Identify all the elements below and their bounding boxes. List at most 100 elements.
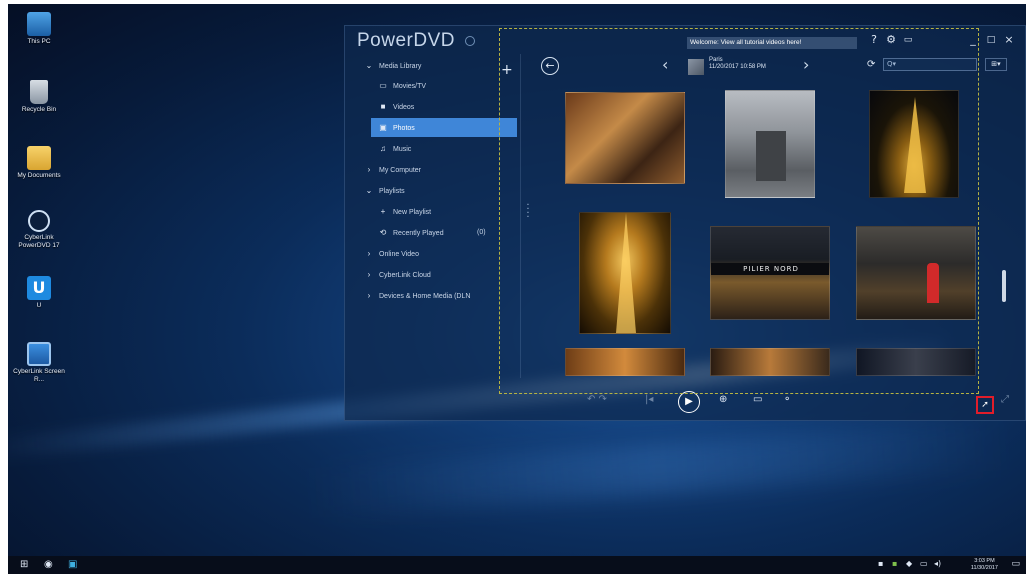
sidebar-item-new-playlist[interactable]: + New Playlist [377, 202, 513, 221]
recording-region-guide [499, 28, 979, 394]
help-button[interactable]: ? [868, 33, 880, 46]
rotate-icon[interactable]: ↶ ↷ [587, 394, 607, 405]
metro-sign: PILIER NORD [711, 263, 829, 275]
fullscreen-icon[interactable]: ⤢ [1001, 394, 1009, 405]
chevron-right-icon: › [367, 165, 371, 174]
sidebar-item-media-library[interactable]: ⌄ Media Library [363, 56, 513, 75]
recycle-bin-icon [30, 80, 48, 104]
desktop-icon-screen-recorder[interactable]: CyberLink Screen R... [12, 342, 66, 384]
computer-icon [27, 12, 51, 36]
video-icon: ■ [380, 102, 386, 111]
eiffel-tower-shape [616, 213, 636, 333]
back-button[interactable]: ← [541, 57, 559, 75]
start-button[interactable]: ⊞ [20, 559, 28, 570]
u-app-icon: U [27, 276, 51, 300]
maximize-button[interactable]: □ [985, 35, 997, 45]
sidebar-item-photos[interactable]: ▣ Photos [371, 118, 517, 137]
clock-time: 3:03 PM [974, 558, 995, 564]
brand-circle-icon [465, 36, 475, 46]
notifications-icon[interactable]: ▭ [1011, 559, 1020, 569]
tray-app-icon[interactable]: ▭ [920, 559, 928, 568]
sidebar: ⌄ Media Library ▭ Movies/TV ■ Videos ▣ Photo… [351, 54, 521, 378]
sidebar-item-label: Movies/TV [393, 83, 427, 90]
photo-thumbnail[interactable] [565, 92, 685, 184]
folder-date: 11/20/2017 10:58 PM [709, 64, 766, 70]
building-door [756, 131, 786, 181]
chevron-down-icon: ⌄ [365, 186, 373, 195]
folder-name: Paris [709, 57, 723, 63]
cortana-icon[interactable]: ◉ [44, 559, 53, 570]
photo-thumbnail[interactable] [856, 226, 976, 320]
tray-app-icon[interactable]: ◆ [906, 559, 912, 568]
desktop-icon-my-documents[interactable]: My Documents [12, 146, 66, 180]
more-options-icon[interactable]: ⚬ [783, 394, 791, 405]
sidebar-item-online-video[interactable]: › Online Video [363, 244, 513, 263]
powerdvd-window: PowerDVD Welcome: View all tutorial vide… [344, 25, 1026, 421]
search-input[interactable]: Q▾ [883, 58, 977, 71]
play-button[interactable]: ▶ [678, 391, 700, 413]
desktop-icon-label: This PC [27, 38, 51, 45]
sidebar-item-my-computer[interactable]: › My Computer [363, 160, 513, 179]
sidebar-item-movies-tv[interactable]: ▭ Movies/TV [377, 76, 513, 95]
settings-button[interactable]: ⚙ [885, 33, 897, 46]
photo-icon: ▣ [379, 123, 387, 132]
photo-thumbnail[interactable] [856, 348, 976, 376]
minimize-button[interactable]: _ [967, 33, 979, 46]
sidebar-item-recently-played[interactable]: ⟲ Recently Played (0) [377, 223, 513, 242]
close-button[interactable]: × [1003, 33, 1015, 46]
sidebar-item-label: New Playlist [393, 209, 432, 216]
light-glow [307, 419, 1009, 519]
sidebar-item-music[interactable]: ♫ Music [377, 139, 513, 158]
photo-thumbnail[interactable] [579, 212, 671, 334]
taskbar-clock[interactable]: 3:03 PM 11/30/2017 [971, 558, 998, 572]
chevron-right-icon: › [367, 291, 371, 300]
sidebar-item-label: CyberLink Cloud [379, 272, 431, 279]
desktop-icon-label: Recycle Bin [21, 106, 57, 113]
task-view-icon[interactable]: ▣ [68, 559, 77, 570]
desktop-icon-powerdvd[interactable]: CyberLink PowerDVD 17 [12, 210, 66, 250]
scrollbar-thumb[interactable] [1002, 270, 1006, 302]
welcome-banner[interactable]: Welcome: View all tutorial videos here! [687, 37, 857, 49]
tray-app-icon[interactable]: ▪ [892, 559, 897, 568]
photo-thumbnail[interactable] [710, 348, 830, 376]
desktop-icon-u[interactable]: U U [12, 276, 66, 310]
sidebar-item-playlists[interactable]: ⌄ Playlists [363, 181, 513, 200]
music-icon: ♫ [380, 144, 386, 153]
zoom-icon[interactable]: ⊕ [719, 394, 727, 405]
photo-thumbnail[interactable]: PILIER NORD [710, 226, 830, 320]
view-mode-button[interactable]: ⊞▾ [985, 58, 1007, 71]
sidebar-item-label: Recently Played [393, 230, 444, 237]
desktop-icon-recycle-bin[interactable]: Recycle Bin [12, 80, 66, 114]
previous-icon[interactable]: |◂ [645, 394, 653, 405]
sidebar-item-label: Devices & Home Media (DLN [379, 293, 471, 300]
add-media-button[interactable]: + [501, 62, 513, 78]
slideshow-icon[interactable]: ▭ [753, 394, 762, 405]
eiffel-tower-shape [904, 97, 926, 193]
tray-app-icon[interactable]: ▪ [878, 559, 883, 568]
sidebar-item-label: Media Library [379, 63, 422, 70]
red-figure [927, 263, 939, 303]
folder-title: Paris 11/20/2017 10:58 PM [709, 57, 766, 71]
refresh-icon[interactable]: ⟳ [867, 59, 875, 70]
folder-icon [27, 146, 51, 170]
mini-mode-button[interactable]: ▭ [902, 35, 914, 45]
photo-thumbnail[interactable] [869, 90, 959, 198]
chevron-down-icon: ⌄ [365, 61, 373, 70]
desktop-icon-this-pc[interactable]: This PC [12, 12, 66, 46]
volume-icon[interactable]: ◂) [934, 559, 941, 568]
photo-thumbnail[interactable] [565, 348, 685, 376]
desktop-icon-label: CyberLink PowerDVD 17 [18, 234, 60, 249]
sidebar-resize-handle[interactable]: · · · · [525, 201, 531, 223]
desktop-icon-label: My Documents [17, 172, 61, 179]
sidebar-item-videos[interactable]: ■ Videos [377, 97, 513, 116]
next-folder-button[interactable]: › [803, 55, 809, 74]
recent-icon: ⟲ [379, 228, 387, 237]
screen-recorder-icon [27, 342, 51, 366]
sidebar-item-devices-home-media[interactable]: › Devices & Home Media (DLN [363, 286, 513, 305]
sidebar-item-cyberlink-cloud[interactable]: › CyberLink Cloud [363, 265, 513, 284]
recent-count: (0) [477, 229, 486, 236]
photo-thumbnail[interactable] [725, 90, 815, 198]
previous-folder-button[interactable]: ‹ [662, 55, 668, 74]
clock-date: 11/30/2017 [970, 565, 998, 571]
chevron-right-icon: › [367, 249, 371, 258]
